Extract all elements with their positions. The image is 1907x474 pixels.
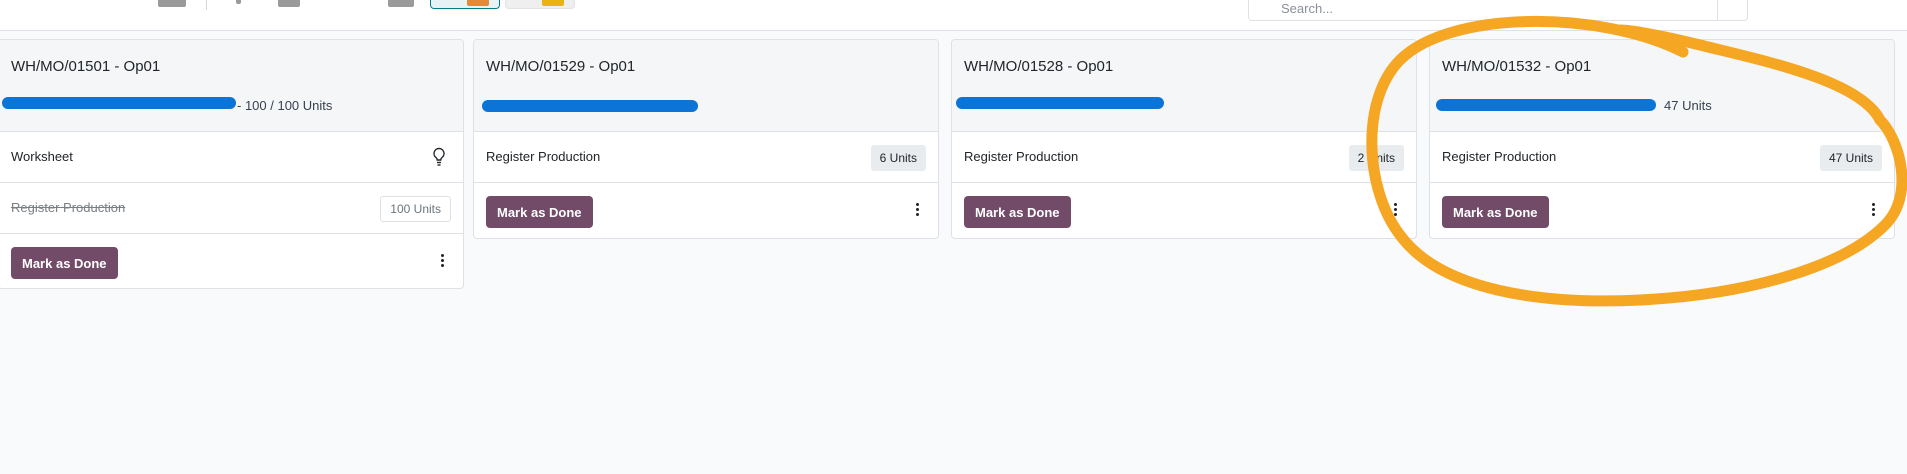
quantity-badge: 47 Units	[1819, 145, 1882, 171]
register-production-row[interactable]: Register Production 2 Units	[952, 132, 1416, 183]
redaction-mark	[956, 97, 1164, 109]
mark-as-done-button[interactable]: Mark as Done	[486, 196, 593, 228]
more-options-icon[interactable]	[439, 254, 445, 270]
row-label: Register Production	[11, 200, 126, 215]
control-button[interactable]	[278, 0, 300, 7]
redaction-mark	[482, 100, 698, 112]
control-indicator	[236, 0, 241, 4]
workorder-card: WH/MO/01529 - Op01 Register Production 6…	[473, 39, 939, 239]
more-options-icon[interactable]	[914, 203, 920, 219]
register-production-row[interactable]: Register Production 47 Units	[1430, 132, 1894, 183]
card-actions: Mark as Done	[1430, 183, 1894, 238]
workorder-card: WH/MO/01532 - Op01 47 Units Register Pro…	[1429, 39, 1895, 239]
view-toggle-active[interactable]	[430, 0, 500, 9]
redaction-mark	[2, 97, 236, 109]
lightbulb-icon[interactable]	[431, 147, 447, 167]
card-title[interactable]: WH/MO/01529 - Op01	[486, 58, 635, 75]
toggle-color-chip	[467, 0, 489, 6]
quantity-badge: 100 Units	[380, 196, 451, 222]
card-header: WH/MO/01532 - Op01 47 Units	[1430, 40, 1894, 132]
quantity-badge: 2 Units	[1348, 145, 1404, 171]
workorder-card: WH/MO/01528 - Op01 Register Production 2…	[951, 39, 1417, 239]
card-header: WH/MO/01501 - Op01 - 100 / 100 Units	[0, 40, 463, 132]
register-production-row[interactable]: Register Production 6 Units	[474, 132, 938, 183]
toolbar-divider	[206, 0, 207, 10]
toggle-color-chip	[542, 0, 564, 6]
view-toggle[interactable]	[505, 0, 575, 9]
redaction-mark	[1436, 99, 1656, 111]
register-production-row[interactable]: Register Production 100 Units	[0, 183, 463, 234]
mark-as-done-button[interactable]: Mark as Done	[964, 196, 1071, 228]
worksheet-row[interactable]: Worksheet	[0, 132, 463, 183]
row-label: Register Production	[1442, 149, 1557, 164]
control-button[interactable]	[158, 0, 186, 7]
search-input[interactable]	[1281, 0, 1581, 17]
card-title[interactable]: WH/MO/01501 - Op01	[11, 58, 160, 75]
card-actions: Mark as Done	[0, 234, 463, 288]
workorder-card: WH/MO/01501 - Op01 - 100 / 100 Units Wor…	[0, 39, 464, 289]
more-options-icon[interactable]	[1870, 203, 1876, 219]
row-label: Worksheet	[11, 149, 73, 164]
card-header: WH/MO/01529 - Op01	[474, 40, 938, 132]
mark-as-done-button[interactable]: Mark as Done	[1442, 196, 1549, 228]
card-quantity: - 100 / 100 Units	[237, 98, 333, 113]
search-box	[1248, 0, 1748, 21]
card-title[interactable]: WH/MO/01532 - Op01	[1442, 58, 1591, 75]
row-label: Register Production	[486, 149, 601, 164]
card-quantity: 47 Units	[1664, 98, 1712, 113]
card-actions: Mark as Done	[474, 183, 938, 238]
quantity-badge: 6 Units	[870, 145, 926, 171]
mark-as-done-button[interactable]: Mark as Done	[11, 247, 118, 279]
more-options-icon[interactable]	[1392, 203, 1398, 219]
card-title[interactable]: WH/MO/01528 - Op01	[964, 58, 1113, 75]
search-divider	[1717, 0, 1718, 20]
control-button[interactable]	[388, 0, 414, 7]
row-label: Register Production	[964, 149, 1079, 164]
card-actions: Mark as Done	[952, 183, 1416, 238]
card-header: WH/MO/01528 - Op01	[952, 40, 1416, 132]
